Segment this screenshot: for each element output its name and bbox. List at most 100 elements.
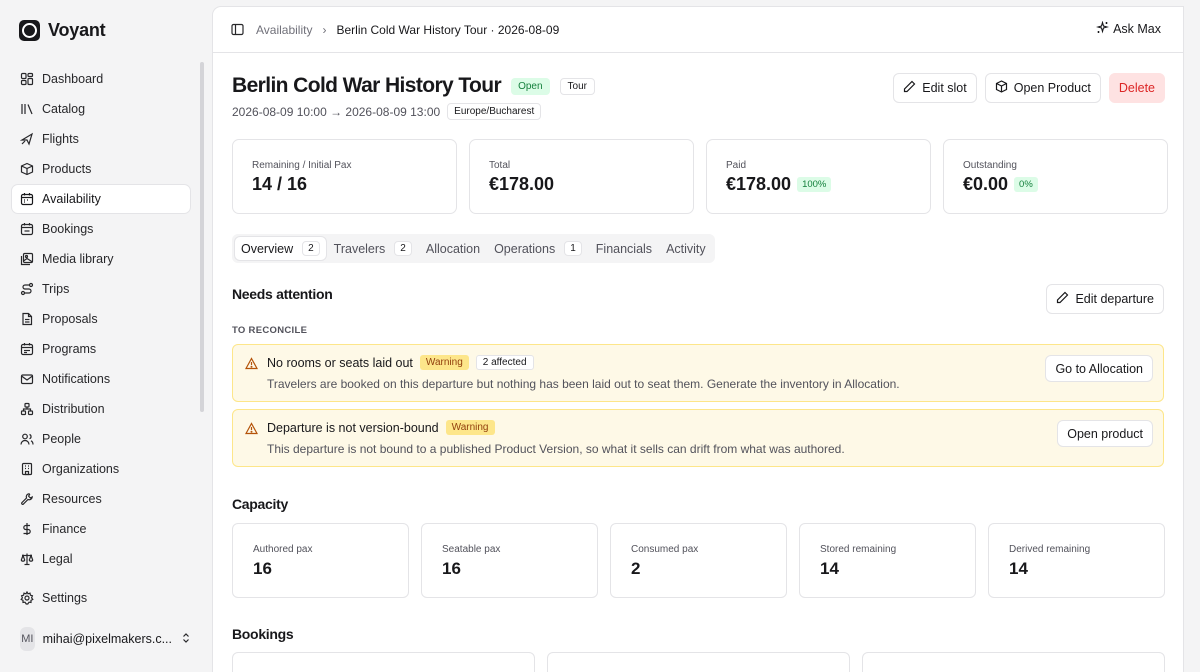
mail-icon <box>20 372 34 386</box>
brand[interactable]: Voyant <box>19 20 106 41</box>
tab-travelers[interactable]: Travelers 2 <box>328 237 418 260</box>
sidebar-item-bookings[interactable]: Bookings <box>12 215 190 243</box>
sidebar-item-proposals[interactable]: Proposals <box>12 305 190 333</box>
sidebar-item-availability[interactable]: Availability <box>12 185 190 213</box>
stat-card-remaining: Remaining / Initial Pax 14 / 16 <box>232 139 457 214</box>
tab-operations[interactable]: Operations 1 <box>488 237 588 260</box>
go-to-allocation-button[interactable]: Go to Allocation <box>1045 355 1153 382</box>
sidebar-item-label: Bookings <box>42 222 94 236</box>
alert-description: Travelers are booked on this departure b… <box>267 377 900 391</box>
capacity-card-consumed: Consumed pax 2 <box>610 523 787 598</box>
date-range-text: 2026-08-09 10:00 → 2026-08-09 13:00 <box>232 104 441 119</box>
scale-icon <box>20 552 34 566</box>
sidebar-item-finance[interactable]: Finance <box>12 515 190 543</box>
sidebar-item-label: Trips <box>42 282 70 296</box>
booking-card[interactable] <box>547 652 850 672</box>
package-icon <box>995 80 1008 96</box>
sidebar-item-people[interactable]: People <box>12 425 190 453</box>
sidebar-item-programs[interactable]: Programs <box>12 335 190 363</box>
sidebar-item-label: Organizations <box>42 462 120 476</box>
users-icon <box>20 432 34 446</box>
sidebar-item-resources[interactable]: Resources <box>12 485 190 513</box>
sidebar-item-products[interactable]: Products <box>12 155 190 183</box>
sidebar-item-dashboard[interactable]: Dashboard <box>12 65 190 93</box>
edit-slot-button[interactable]: Edit slot <box>893 73 977 103</box>
page-scrollbar[interactable] <box>1186 0 1200 672</box>
tab-allocation[interactable]: Allocation <box>420 237 486 260</box>
sidebar-scrollbar[interactable] <box>200 62 204 412</box>
sidebar-nav: Dashboard Catalog Flights Products Avail… <box>12 65 190 575</box>
topbar: Availability › Berlin Cold War History T… <box>213 7 1183 53</box>
image-icon <box>20 252 34 266</box>
percent-badge: 0% <box>1014 177 1038 192</box>
tab-label: Activity <box>666 241 706 256</box>
open-product-alert-button[interactable]: Open product <box>1057 420 1153 447</box>
sidebar-item-distribution[interactable]: Distribution <box>12 395 190 423</box>
building-icon <box>20 462 34 476</box>
alert-description: This departure is not bound to a publish… <box>267 442 845 456</box>
tab-label: Financials <box>595 241 653 256</box>
open-product-label: Open Product <box>1013 81 1091 95</box>
pencil-icon <box>1056 291 1069 307</box>
booking-card[interactable] <box>232 652 535 672</box>
package-icon <box>20 162 34 176</box>
user-email: mihai@pixelmakers.c... <box>42 632 172 646</box>
capacity-label: Stored remaining <box>820 544 897 555</box>
tab-financials[interactable]: Financials <box>590 237 658 260</box>
sidebar-item-label: Finance <box>42 522 87 536</box>
sidebar-item-label: Settings <box>42 591 88 605</box>
catalog-icon <box>20 102 34 116</box>
capacity-row: Authored pax 16 Seatable pax 16 Consumed… <box>232 523 1165 598</box>
sidebar: Voyant Dashboard Catalog Flights Product… <box>0 0 206 672</box>
affected-badge: 2 affected <box>475 355 534 370</box>
dashboard-icon <box>20 72 34 86</box>
sidebar-item-label: Flights <box>42 132 79 146</box>
needs-attention-heading: Needs attention <box>232 286 333 302</box>
type-badge: Tour <box>559 77 595 95</box>
alert-header: Departure is not version-bound Warning <box>267 420 495 435</box>
sidebar-item-settings[interactable]: Settings <box>12 584 190 612</box>
tab-activity[interactable]: Activity <box>660 237 712 260</box>
ask-max-button[interactable]: Ask Max <box>1096 20 1161 37</box>
stats-row: Remaining / Initial Pax 14 / 16 Total €1… <box>232 139 1168 214</box>
sidebar-item-label: Media library <box>42 252 114 266</box>
wrench-icon <box>20 492 34 506</box>
edit-departure-label: Edit departure <box>1075 292 1154 306</box>
timezone-badge: Europe/Bucharest <box>447 103 542 120</box>
sidebar-item-legal[interactable]: Legal <box>12 545 190 573</box>
tab-bar: Overview 2 Travelers 2 Allocation Operat… <box>232 234 715 263</box>
capacity-value: 2 <box>631 559 641 578</box>
sidebar-item-media-library[interactable]: Media library <box>12 245 190 273</box>
user-menu[interactable]: MI mihai@pixelmakers.c... <box>20 627 192 651</box>
stat-value-text: €0.00 <box>963 174 1009 194</box>
sidebar-item-catalog[interactable]: Catalog <box>12 95 190 123</box>
stat-label: Remaining / Initial Pax <box>252 160 352 171</box>
capacity-card-seatable: Seatable pax 16 <box>421 523 598 598</box>
edit-slot-label: Edit slot <box>922 81 967 95</box>
stat-value: €0.00 0% <box>963 174 1167 195</box>
bookings-row <box>232 652 1165 672</box>
sidebar-toggle-icon[interactable] <box>230 23 244 37</box>
delete-button[interactable]: Delete <box>1108 73 1165 103</box>
sidebar-item-notifications[interactable]: Notifications <box>12 365 190 393</box>
brand-name: Voyant <box>48 20 106 40</box>
alert-title: No rooms or seats laid out <box>267 355 413 370</box>
breadcrumb-parent[interactable]: Availability <box>256 23 312 37</box>
alert-no-rooms: No rooms or seats laid out Warning 2 aff… <box>232 344 1164 402</box>
edit-departure-button[interactable]: Edit departure <box>1046 284 1164 314</box>
warning-icon <box>244 357 259 370</box>
sidebar-item-flights[interactable]: Flights <box>12 125 190 153</box>
sidebar-item-trips[interactable]: Trips <box>12 275 190 303</box>
warning-badge: Warning <box>445 420 495 435</box>
alert-title: Departure is not version-bound <box>267 420 439 435</box>
booking-card[interactable] <box>862 652 1165 672</box>
network-icon <box>20 402 34 416</box>
chevron-right-icon: › <box>322 22 327 37</box>
open-product-button[interactable]: Open Product <box>984 73 1101 103</box>
warning-badge: Warning <box>419 355 469 370</box>
stat-label: Outstanding <box>963 160 1017 171</box>
sidebar-item-organizations[interactable]: Organizations <box>12 455 190 483</box>
avatar: MI <box>20 627 35 651</box>
tab-overview[interactable]: Overview 2 <box>235 237 326 260</box>
status-badge: Open <box>511 77 550 95</box>
